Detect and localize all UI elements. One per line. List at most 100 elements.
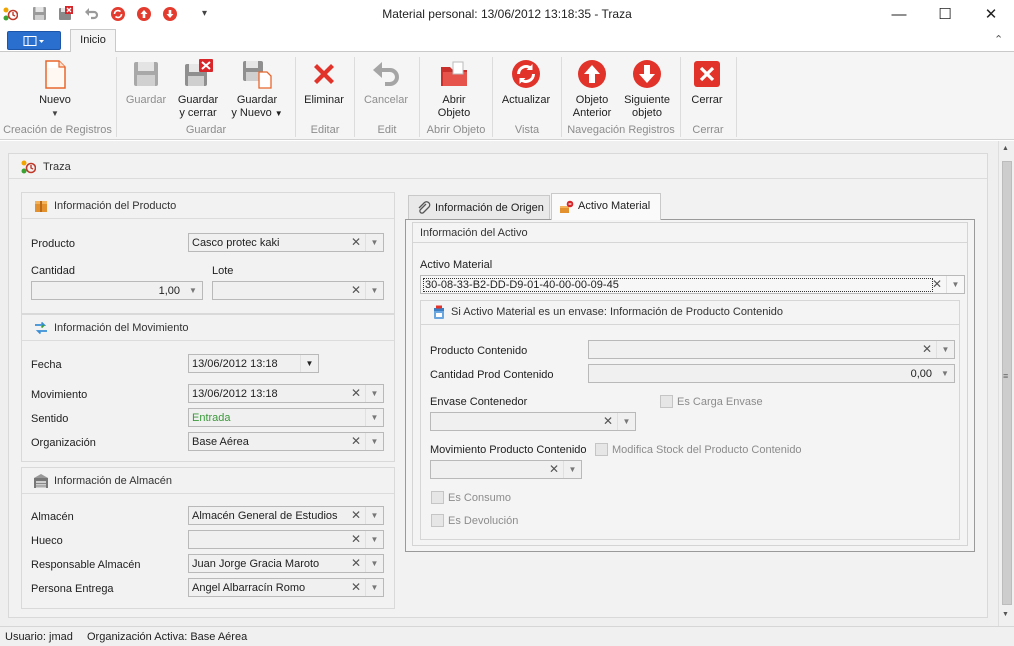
warehouse-icon [33, 473, 49, 489]
dropdown-icon[interactable]: ▼ [365, 433, 383, 450]
dropdown-icon[interactable]: ▼ [365, 531, 383, 548]
sentido-field[interactable]: Entrada ▼ [188, 408, 384, 427]
organizacion-field[interactable]: Base Aérea ✕ ▼ [188, 432, 384, 451]
producto-panel: Información del Producto Producto Casco … [21, 192, 395, 314]
activo-material-field[interactable]: 30-08-33-B2-DD-D9-01-40-00-00-09-45 ✕ ▼ [420, 275, 965, 294]
envase-label: Envase Contenedor [430, 396, 528, 408]
clear-icon[interactable]: ✕ [547, 462, 561, 477]
clear-icon[interactable]: ✕ [349, 580, 363, 595]
cancelar-label: Cancelar [363, 94, 409, 106]
tab-inicio[interactable]: Inicio [70, 29, 116, 52]
es-devolucion-checkbox[interactable] [431, 514, 444, 527]
clear-icon[interactable]: ✕ [349, 556, 363, 571]
siguiente-objeto-button[interactable]: Siguiente objeto [620, 58, 674, 120]
lote-label: Lote [212, 265, 234, 277]
producto-contenido-header: Si Activo Material es un envase: Informa… [421, 301, 959, 325]
dropdown-icon[interactable]: ▼ [936, 365, 954, 382]
vertical-scrollbar[interactable]: ▲ ≡ ▼ [998, 141, 1014, 626]
guardar-cerrar-button[interactable]: Guardar y cerrar [172, 58, 224, 120]
modifica-stock-label: Modifica Stock del Producto Contenido [612, 444, 802, 456]
tab-informacion-origen[interactable]: Información de Origen [408, 195, 550, 219]
save-new-icon [241, 58, 273, 90]
activo-material-label: Activo Material [420, 259, 493, 271]
scrollbar-thumb[interactable] [1002, 161, 1012, 605]
actualizar-button[interactable]: Actualizar [498, 58, 554, 107]
persona-label: Persona Entrega [31, 583, 114, 595]
nuevo-button[interactable]: Nuevo ▼ [28, 58, 82, 120]
dropdown-icon[interactable]: ▼ [365, 579, 383, 596]
guardar-nuevo-button[interactable]: Guardar y Nuevo ▼ [226, 58, 288, 120]
almacen-panel-title: Información de Almacén [54, 475, 173, 487]
clear-icon[interactable]: ✕ [349, 532, 363, 547]
es-carga-envase-checkbox[interactable] [660, 395, 673, 408]
objeto-anterior-button[interactable]: Objeto Anterior [566, 58, 618, 120]
cerrar-button[interactable]: Cerrar [683, 58, 731, 107]
almacen-value: Almacén General de Estudios [192, 510, 338, 522]
dropdown-icon[interactable]: ▼ [365, 234, 383, 251]
dropdown-icon[interactable]: ▼ [365, 507, 383, 524]
es-devolucion-label: Es Devolución [448, 515, 519, 527]
dropdown-icon[interactable]: ▼ [946, 276, 964, 293]
producto-contenido-field[interactable]: ✕ ▼ [588, 340, 955, 359]
clear-icon[interactable]: ✕ [349, 283, 363, 298]
maximize-button[interactable]: ☐ [922, 0, 968, 28]
movimiento-field[interactable]: 13/06/2012 13:18 ✕ ▼ [188, 384, 384, 403]
almacen-field[interactable]: Almacén General de Estudios ✕ ▼ [188, 506, 384, 525]
clear-icon[interactable]: ✕ [920, 342, 934, 357]
nuevo-dropdown-icon: ▼ [51, 109, 59, 118]
dropdown-icon[interactable]: ▼ [365, 385, 383, 402]
group-edit-label: Edit [377, 124, 397, 136]
minimize-button[interactable]: — [876, 0, 922, 28]
dropdown-icon[interactable]: ▼ [184, 282, 202, 299]
movimiento-panel-header: Información del Movimiento [22, 315, 394, 341]
dropdown-icon[interactable]: ▼ [300, 355, 318, 372]
es-consumo-checkbox[interactable] [431, 491, 444, 504]
movimiento-prod-field[interactable]: ✕ ▼ [430, 460, 582, 479]
producto-field[interactable]: Casco protec kaki ✕ ▼ [188, 233, 384, 252]
open-folder-icon [438, 58, 470, 90]
cantidad-prod-field[interactable]: 0,00 ▼ [588, 364, 955, 383]
dropdown-icon[interactable]: ▼ [365, 409, 383, 426]
scroll-down-icon[interactable]: ▼ [1002, 611, 1009, 618]
clear-icon[interactable]: ✕ [601, 414, 615, 429]
lote-field[interactable]: ✕ ▼ [212, 281, 384, 300]
clear-icon[interactable]: ✕ [349, 508, 363, 523]
clear-icon[interactable]: ✕ [349, 235, 363, 250]
dropdown-icon[interactable]: ▼ [936, 341, 954, 358]
dropdown-icon[interactable]: ▼ [563, 461, 581, 478]
dropdown-icon[interactable]: ▼ [365, 282, 383, 299]
abrir-objeto-button[interactable]: Abrir Objeto [428, 58, 480, 120]
save-icon [130, 58, 162, 90]
organizacion-label: Organización [31, 437, 96, 449]
clear-icon[interactable]: ✕ [349, 434, 363, 449]
fecha-field[interactable]: 13/06/2012 13:18 ▼ [188, 354, 319, 373]
producto-value: Casco protec kaki [192, 237, 280, 249]
group-separator [354, 57, 355, 137]
producto-panel-header: Información del Producto [22, 193, 394, 219]
traza-title: Traza [43, 161, 71, 173]
envase-field[interactable]: ✕ ▼ [430, 412, 636, 431]
hueco-field[interactable]: ✕ ▼ [188, 530, 384, 549]
guardar-button[interactable]: Guardar [120, 58, 172, 107]
cancelar-button[interactable]: Cancelar [360, 58, 412, 107]
abrir-label-2: Objeto [437, 107, 471, 119]
status-organizacion: Organización Activa: Base Aérea [86, 631, 248, 643]
dropdown-icon[interactable]: ▼ [617, 413, 635, 430]
new-document-icon [39, 58, 71, 90]
ribbon: Nuevo ▼ Creación de Registros Guardar Gu… [0, 51, 1014, 140]
collapse-ribbon-icon[interactable]: ⌃ [994, 33, 1003, 46]
tab-activo-material[interactable]: Activo Material [551, 193, 661, 220]
scroll-up-icon[interactable]: ▲ [1002, 145, 1009, 152]
fecha-label: Fecha [31, 359, 62, 371]
app-menu-button[interactable] [7, 31, 61, 50]
clear-icon[interactable]: ✕ [349, 386, 363, 401]
responsable-field[interactable]: Juan Jorge Gracia Maroto ✕ ▼ [188, 554, 384, 573]
close-window-button[interactable]: ✕ [968, 0, 1014, 28]
cantidad-field[interactable]: 1,00 ▼ [31, 281, 203, 300]
clear-icon[interactable]: ✕ [930, 277, 944, 292]
modifica-stock-checkbox[interactable] [595, 443, 608, 456]
tab-informacion-origen-label: Información de Origen [435, 202, 544, 214]
dropdown-icon[interactable]: ▼ [365, 555, 383, 572]
eliminar-button[interactable]: Eliminar [298, 58, 350, 107]
persona-field[interactable]: Angel Albarracín Romo ✕ ▼ [188, 578, 384, 597]
